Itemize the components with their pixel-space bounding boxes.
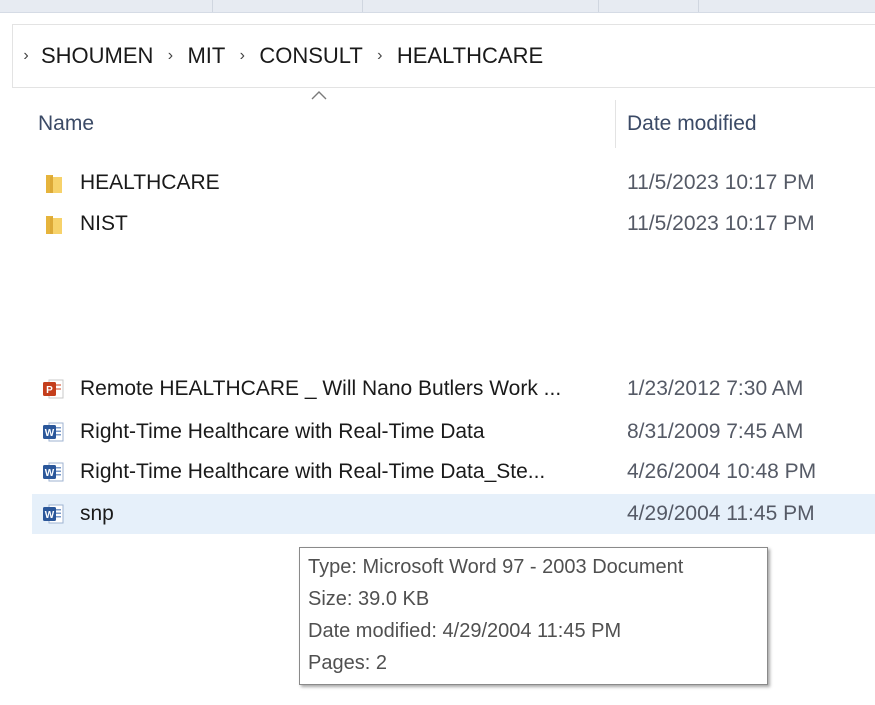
file-explorer-window: › SHOUMEN › MIT › CONSULT › HEALTHCARE N…: [0, 0, 875, 705]
file-row[interactable]: P Remote HEALTHCARE _ Will Nano Butlers …: [32, 369, 875, 409]
breadcrumb-item-mit[interactable]: MIT: [185, 43, 227, 69]
powerpoint-file-icon: P: [43, 379, 64, 399]
file-name[interactable]: Remote HEALTHCARE _ Will Nano Butlers Wo…: [80, 377, 561, 401]
file-row[interactable]: HEALTHCARE 11/5/2023 10:17 PM: [32, 163, 875, 203]
file-name[interactable]: HEALTHCARE: [80, 171, 220, 195]
file-name[interactable]: Right-Time Healthcare with Real-Time Dat…: [80, 420, 485, 444]
toolbar-segment: [0, 0, 213, 12]
svg-text:P: P: [46, 385, 53, 396]
svg-text:W: W: [45, 510, 55, 521]
file-date-modified: 11/5/2023 10:17 PM: [627, 171, 815, 194]
svg-text:W: W: [45, 468, 55, 479]
tooltip-type: Type: Microsoft Word 97 - 2003 Document: [308, 556, 684, 578]
toolbar-segment: [362, 0, 599, 12]
column-header: Name Date modified: [12, 100, 875, 148]
chevron-right-icon[interactable]: ›: [227, 47, 257, 65]
breadcrumb-item-consult[interactable]: CONSULT: [257, 43, 365, 69]
file-row[interactable]: W Right-Time Healthcare with Real-Time D…: [32, 412, 875, 452]
file-date-modified: 1/23/2012 7:30 AM: [627, 377, 804, 400]
breadcrumb-item-healthcare[interactable]: HEALTHCARE: [395, 43, 545, 69]
tooltip-pages: Pages: 2: [308, 652, 387, 674]
chevron-right-icon[interactable]: ›: [155, 47, 185, 65]
file-row-selected[interactable]: W snp 4/29/2004 11:45 PM: [32, 494, 875, 534]
toolbar-strip: [0, 0, 875, 13]
column-divider[interactable]: [615, 100, 616, 148]
chevron-right-icon[interactable]: ›: [13, 47, 39, 65]
toolbar-segment: [598, 0, 699, 12]
file-row[interactable]: NIST 11/5/2023 10:17 PM: [32, 204, 875, 244]
folder-icon: [46, 175, 62, 193]
tooltip-size: Size: 39.0 KB: [308, 588, 430, 610]
column-header-name[interactable]: Name: [38, 112, 94, 136]
folder-icon: [46, 216, 62, 234]
word-file-icon: W: [43, 422, 64, 442]
column-header-date-modified[interactable]: Date modified: [627, 112, 757, 136]
chevron-right-icon[interactable]: ›: [365, 47, 395, 65]
file-row[interactable]: W Right-Time Healthcare with Real-Time D…: [32, 452, 875, 492]
breadcrumb-item-shoumen[interactable]: SHOUMEN: [39, 43, 155, 69]
address-bar[interactable]: › SHOUMEN › MIT › CONSULT › HEALTHCARE: [12, 24, 875, 88]
word-file-icon: W: [43, 504, 64, 524]
file-name[interactable]: snp: [80, 502, 114, 526]
tooltip-date-modified: Date modified: 4/29/2004 11:45 PM: [308, 620, 622, 642]
svg-text:W: W: [45, 428, 55, 439]
sort-ascending-icon: [311, 91, 327, 100]
file-name[interactable]: Right-Time Healthcare with Real-Time Dat…: [80, 460, 545, 484]
word-file-icon: W: [43, 462, 64, 482]
toolbar-segment: [212, 0, 363, 12]
file-date-modified: 11/5/2023 10:17 PM: [627, 212, 815, 235]
file-date-modified: 4/29/2004 11:45 PM: [627, 502, 815, 525]
file-info-tooltip: Type: Microsoft Word 97 - 2003 Document …: [299, 547, 768, 685]
file-date-modified: 4/26/2004 10:48 PM: [627, 460, 817, 483]
file-date-modified: 8/31/2009 7:45 AM: [627, 420, 804, 443]
file-name[interactable]: NIST: [80, 212, 128, 236]
